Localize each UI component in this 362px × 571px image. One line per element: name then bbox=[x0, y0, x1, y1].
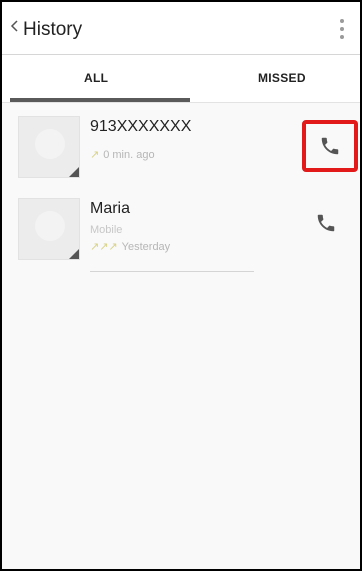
avatar bbox=[18, 116, 80, 178]
tab-divider bbox=[2, 102, 360, 103]
tab-bar: ALL MISSED bbox=[2, 55, 360, 103]
call-row[interactable]: Maria Mobile ↗↗↗ Yesterday bbox=[2, 188, 360, 272]
call-meta: ↗ 0 min. ago bbox=[90, 148, 155, 161]
call-time: 0 min. ago bbox=[103, 149, 155, 161]
call-name: 913XXXXXXX bbox=[90, 118, 192, 135]
outgoing-call-icon: ↗↗↗ bbox=[90, 241, 118, 253]
call-time: Yesterday bbox=[121, 241, 171, 253]
phone-icon bbox=[321, 137, 339, 155]
avatar bbox=[18, 198, 80, 260]
app-bar: History bbox=[2, 2, 360, 55]
tab-all[interactable]: ALL bbox=[84, 71, 108, 85]
phone-icon bbox=[317, 214, 335, 232]
call-meta: ↗↗↗ Yesterday bbox=[90, 240, 170, 253]
row-divider bbox=[90, 271, 254, 272]
call-button[interactable] bbox=[302, 120, 358, 172]
call-number-type: Mobile bbox=[90, 224, 123, 236]
outgoing-call-icon: ↗ bbox=[90, 149, 100, 161]
call-history-list: 913XXXXXXX ↗ 0 min. ago Maria Mobile ↗↗↗ Y… bbox=[2, 106, 360, 272]
app-frame: History ALL MISSED 913XXXXXXX ↗ 0 min. ag… bbox=[0, 0, 362, 571]
tab-missed[interactable]: MISSED bbox=[258, 71, 306, 85]
call-name: Maria bbox=[90, 200, 131, 217]
overflow-menu-icon[interactable] bbox=[338, 17, 346, 41]
page-title: History bbox=[23, 19, 83, 40]
call-button[interactable] bbox=[306, 203, 346, 243]
call-row[interactable]: 913XXXXXXX ↗ 0 min. ago bbox=[2, 106, 360, 188]
